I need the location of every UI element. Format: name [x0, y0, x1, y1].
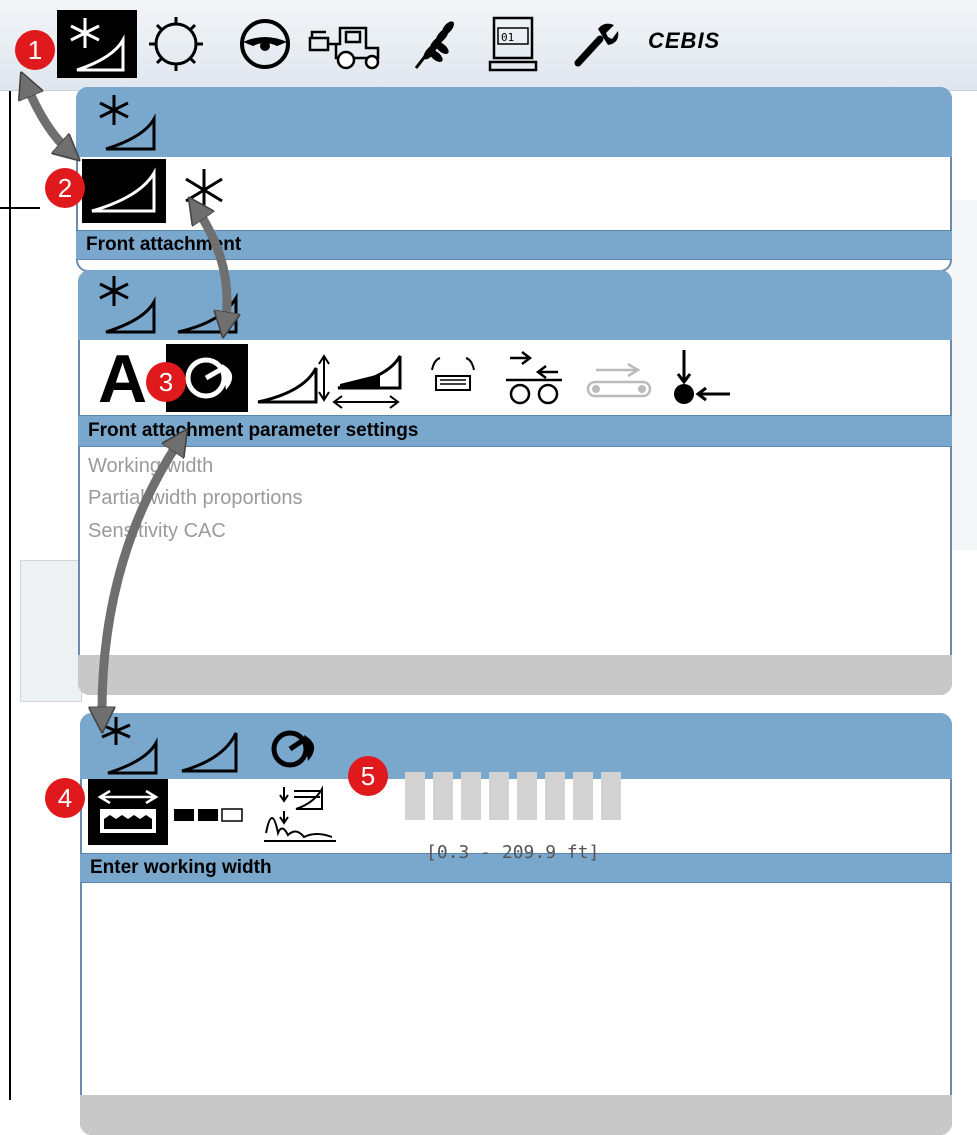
step-badge-5: 5 [348, 756, 388, 796]
step-badge-1: 1 [15, 30, 55, 70]
arrow-3-to-4 [102, 440, 180, 720]
arrow-1-to-2 [26, 84, 70, 152]
navigation-arrows [0, 0, 977, 1135]
step-badge-2: 2 [45, 168, 85, 208]
step-badge-4: 4 [45, 778, 85, 818]
step-badge-3: 3 [146, 362, 186, 402]
arrow-2-to-3 [196, 208, 227, 325]
